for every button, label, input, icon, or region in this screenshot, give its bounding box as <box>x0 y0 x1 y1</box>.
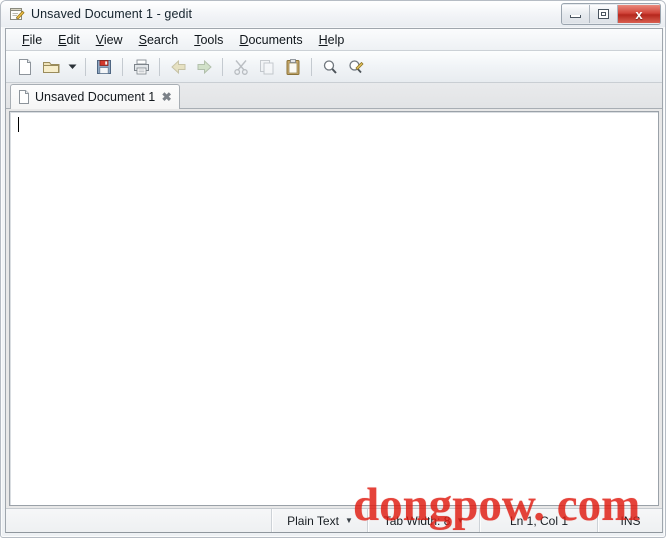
printer-icon <box>132 58 151 76</box>
menu-bar: File Edit View Search Tools Documents He… <box>6 29 662 51</box>
minimize-button[interactable] <box>562 5 590 23</box>
chevron-down-icon <box>68 63 77 70</box>
clipboard-icon <box>284 58 302 76</box>
cut-button[interactable] <box>228 54 254 80</box>
insert-mode-label: INS <box>620 513 641 528</box>
text-caret <box>18 117 19 132</box>
new-document-icon <box>16 58 34 76</box>
scissors-icon <box>232 58 250 76</box>
tab-close-icon[interactable]: ✖ <box>160 91 173 104</box>
text-editor-area[interactable] <box>9 111 659 506</box>
language-label: Plain Text <box>287 513 339 528</box>
tab-strip: Unsaved Document 1 ✖ <box>6 83 662 109</box>
cursor-position: Ln 1, Col 1 <box>480 509 598 532</box>
window-title: Unsaved Document 1 - gedit <box>31 7 193 21</box>
cursor-position-label: Ln 1, Col 1 <box>509 513 569 528</box>
insert-mode-indicator[interactable]: INS <box>598 509 662 532</box>
tab-label: Unsaved Document 1 <box>35 90 156 104</box>
undo-button[interactable] <box>165 54 191 80</box>
toolbar <box>6 51 662 83</box>
document-icon <box>18 90 30 104</box>
toolbar-separator <box>222 57 223 76</box>
menu-edit[interactable]: Edit <box>50 32 88 48</box>
menu-documents[interactable]: Documents <box>231 32 310 48</box>
menu-help[interactable]: Help <box>311 32 353 48</box>
language-selector[interactable]: Plain Text ▼ <box>272 509 368 532</box>
tab-width-selector[interactable]: Tab Width: 8 ▼ <box>368 509 480 532</box>
undo-arrow-icon <box>169 58 188 76</box>
magnifier-icon <box>321 58 339 76</box>
close-button[interactable]: x <box>618 5 660 23</box>
client-area: File Edit View Search Tools Documents He… <box>5 28 663 533</box>
menu-tools[interactable]: Tools <box>186 32 231 48</box>
print-button[interactable] <box>128 54 154 80</box>
find-replace-icon <box>347 58 365 76</box>
toolbar-separator <box>122 57 123 76</box>
toolbar-separator <box>85 57 86 76</box>
menu-view[interactable]: View <box>88 32 131 48</box>
maximize-icon <box>598 9 609 19</box>
redo-arrow-icon <box>195 58 214 76</box>
save-floppy-icon <box>95 58 113 76</box>
status-spacer <box>6 509 272 532</box>
toolbar-separator <box>311 57 312 76</box>
menu-file[interactable]: File <box>14 32 50 48</box>
replace-button[interactable] <box>343 54 369 80</box>
new-document-button[interactable] <box>12 54 38 80</box>
chevron-down-icon: ▼ <box>456 515 465 525</box>
gedit-window: Unsaved Document 1 - gedit x File Edit V… <box>0 0 666 538</box>
open-dropdown-button[interactable] <box>64 54 80 80</box>
tab-width-label: Tab Width: 8 <box>383 513 451 528</box>
title-bar[interactable]: Unsaved Document 1 - gedit x <box>1 1 665 27</box>
tab-unsaved-document-1[interactable]: Unsaved Document 1 ✖ <box>10 84 181 109</box>
copy-button[interactable] <box>254 54 280 80</box>
open-button[interactable] <box>38 54 64 80</box>
copy-pages-icon <box>258 58 276 76</box>
editor-container <box>6 109 662 508</box>
chevron-down-icon: ▼ <box>344 515 353 525</box>
save-button[interactable] <box>91 54 117 80</box>
minimize-icon <box>570 15 581 18</box>
status-bar: Plain Text ▼ Tab Width: 8 ▼ Ln 1, Col 1 … <box>6 508 662 532</box>
toolbar-separator <box>159 57 160 76</box>
paste-button[interactable] <box>280 54 306 80</box>
find-button[interactable] <box>317 54 343 80</box>
redo-button[interactable] <box>191 54 217 80</box>
open-folder-icon <box>42 58 61 76</box>
maximize-button[interactable] <box>590 5 618 23</box>
close-icon: x <box>635 6 643 22</box>
caption-button-group: x <box>561 3 661 25</box>
gedit-pencil-notepad-icon <box>9 6 25 22</box>
menu-search[interactable]: Search <box>131 32 187 48</box>
